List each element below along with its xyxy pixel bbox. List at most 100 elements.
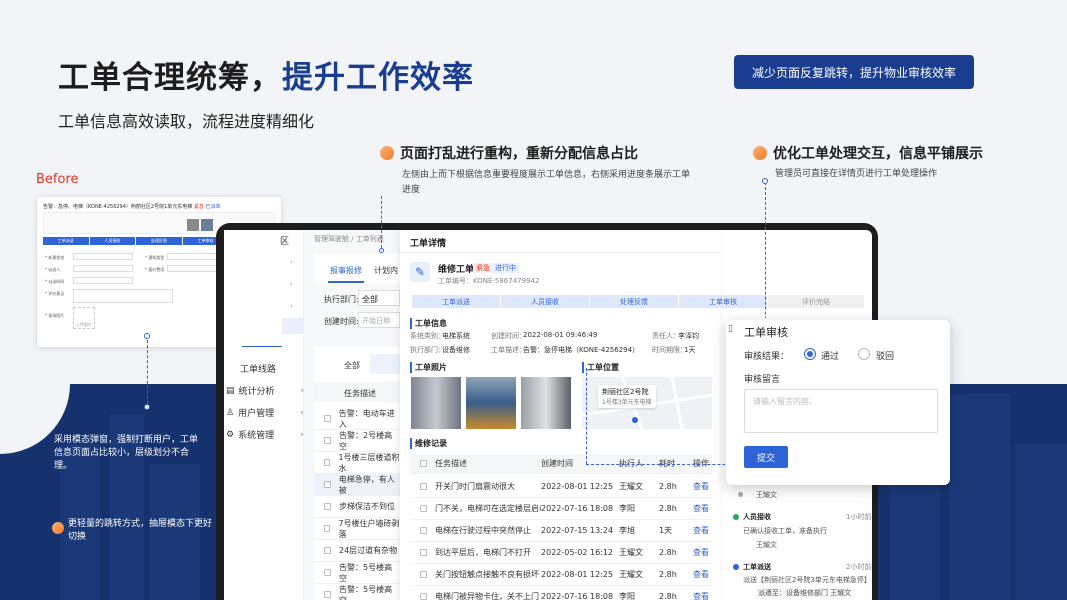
location-name: 荆丽社区2号院 [602,388,649,396]
location-section-title: 工单位置 [582,362,619,373]
old-title: 告警：急停、电梯（KONE-4256294）荆丽社区2号院1单元东电梯 紧急 已… [43,204,221,210]
dept-select[interactable]: 全部 [358,290,400,306]
radio-pass-label[interactable]: 通过 [821,349,839,362]
connector-line [586,368,587,464]
radio-reject-label[interactable]: 驳回 [876,349,894,362]
sidebar-item-route[interactable]: 工单线路 [240,362,276,375]
timeline-desc: 已确认接收工单，准备执行 [743,527,827,535]
info-key: 执行部门： [410,346,445,354]
sidebar-active-item[interactable] [282,318,304,334]
records-table: 任务描述 创建时间 执行人 耗时 操作 开关门时门扇震动很大 2022-08-01 12:… [410,454,712,600]
table-row: 电梯门被异物卡住，关不上门 2022-07-16 18:08 李阳 2.8h 查看 [410,586,712,600]
timeline-time: 2小时前 [846,563,872,571]
photo-section-title: 工单照片 [410,362,447,373]
badge-status: 进行中 [492,263,519,273]
bg-list: 告警：电动车进入 告警：2号楼高空 1号楼三层楼道积水 电梯急停，有人被 步梯保… [314,404,400,600]
progress-steps: 工单派送 人员接收 处理反馈 工单审核 评价完结 [412,295,864,308]
feature-point-1-desc: 左侧由上而下根据信息重要程度展示工单信息，右侧采用进度条展示工单进度 [402,170,691,195]
view-link[interactable]: 查看 [693,503,709,514]
order-type: 维修工单 [438,265,475,275]
timeline-desc: 派送【荆丽社区2号院3单元东电梯急停】 [743,576,871,584]
connector-line [381,196,382,248]
badge-urgent: 紧急 [473,263,493,273]
bullet-icon [753,146,767,160]
view-link[interactable]: 查看 [693,547,709,558]
check-icon [733,514,739,520]
photo-elevator-1[interactable] [411,377,461,429]
page-title: 工单合理统筹，提升工作效率 [58,60,474,96]
filter-dept-label: 执行部门: [324,295,359,304]
wrench-icon: ✎ [410,262,430,282]
page-subtitle: 工单信息高效读取，流程进度精细化 [58,112,315,131]
location-map[interactable]: 荆丽社区2号院 1号楼3单元东电梯 [582,377,712,429]
sidebar-item-system[interactable]: ⚙ 系统管理 › [226,428,304,442]
records-section-title: 维修记录 [410,438,447,449]
info-key: 系统类别： [410,332,445,340]
info-key: 时间期限： [652,346,687,354]
chevron-right-icon: › [290,302,293,310]
left-description: 采用模态弹窗，强制打断用户，工单信息页面占比较小，层级划分不合理。 [54,435,199,471]
tab-planned[interactable]: 计划内 [374,265,398,276]
sidebar-title-tail: 区 [280,237,290,247]
tab-repair[interactable]: 报事报修 [330,265,362,276]
info-value: 设备维修 [442,346,470,354]
radio-reject[interactable] [858,348,870,360]
detail-title: 工单详情 [410,239,447,249]
sidebar-item-users[interactable]: ♙ 用户管理 › [226,406,304,420]
filter-all-tab[interactable]: 全部 [344,360,360,371]
step-dispatch: 工单派送 [412,295,500,308]
feature-point-2-desc: 管理员可直接在详情页进行工单处理操作 [775,169,938,179]
info-key: 创建时间： [491,332,526,340]
view-link[interactable]: 查看 [693,569,709,580]
photo-worker[interactable] [466,377,516,429]
timeline-sub: 派遣至：设备维修部门 王耀文 [756,588,854,598]
radio-pass[interactable] [804,348,816,360]
info-key: 工单描述： [491,346,526,354]
step-feedback: 处理反馈 [590,295,678,308]
photo-elevator-2[interactable] [521,377,571,429]
connector-dot [379,248,384,253]
result-label: 审核结果： [744,352,790,362]
before-label: Before [36,172,79,187]
doc-icon: ▯ [728,324,733,334]
old-form-labels: * 处理状态 * 派送人 * 派送时间 * 评价意见 * 现场照片 [45,255,65,318]
timeline-time: 1小时前 [846,513,872,521]
submit-button[interactable]: 提交 [744,446,788,468]
info-value: 电梯系统 [442,332,470,340]
timeline-title: 人员接收 [743,513,771,521]
info-section-title: 工单信息 [410,318,447,329]
chevron-right-icon: › [290,258,293,266]
table-row: 电梯在行驶过程中突然停止 2022-07-15 13:24 李旭 1天 查看 [410,520,712,542]
view-link[interactable]: 查看 [693,525,709,536]
map-pin-icon [632,417,638,423]
timeline-title: 工单派送 [743,563,771,571]
table-row: 到达平层后，电梯门不打开 2022-05-02 16:12 王耀文 2.8h 查看 [410,542,712,564]
info-value: 1天 [684,346,696,354]
connector-line [147,340,148,404]
bullet-icon [380,146,394,160]
connector-dot [144,404,150,410]
highlight-tag: 减少页面反复跳转，提升物业审核效率 [734,55,974,89]
chevron-right-icon: › [290,280,293,288]
order-number: 工单编号：KONE-5867479942 [438,277,540,285]
comment-textarea[interactable]: 请输入留言内容。 [744,389,938,433]
person-icon: ♙ [226,407,235,418]
modal-title: 工单审核 [744,326,788,339]
bg-col-header: 任务描述 [344,389,376,398]
comment-label: 审核留言 [744,375,781,385]
info-value: 2022-08-01 09:46:49 [523,331,598,339]
info-key: 责任人： [652,332,680,340]
timeline-name: 王耀文 [756,541,777,549]
filter-time-label: 创建时间: [324,317,359,326]
doc-icon [733,564,739,570]
breadcrumb: 管理驾驶舱 / 工单列表 [314,235,384,243]
sidebar-item-stats[interactable]: ▤ 统计分析 › [226,384,304,398]
left-note: 更轻量的跳转方式，抽屉模态下更好切换 [68,519,213,542]
bullet-icon [52,519,64,534]
location-sub: 1号楼3单元东电梯 [602,399,652,406]
view-link[interactable]: 查看 [693,591,709,600]
connector-dot [144,333,150,339]
date-start-input[interactable]: 开始日期 [358,312,400,328]
table-row: 关门按钮触点接触不良有损坏 2022-08-01 12:25 王耀文 2.8h 查看 [410,564,712,586]
view-link[interactable]: 查看 [693,481,709,492]
